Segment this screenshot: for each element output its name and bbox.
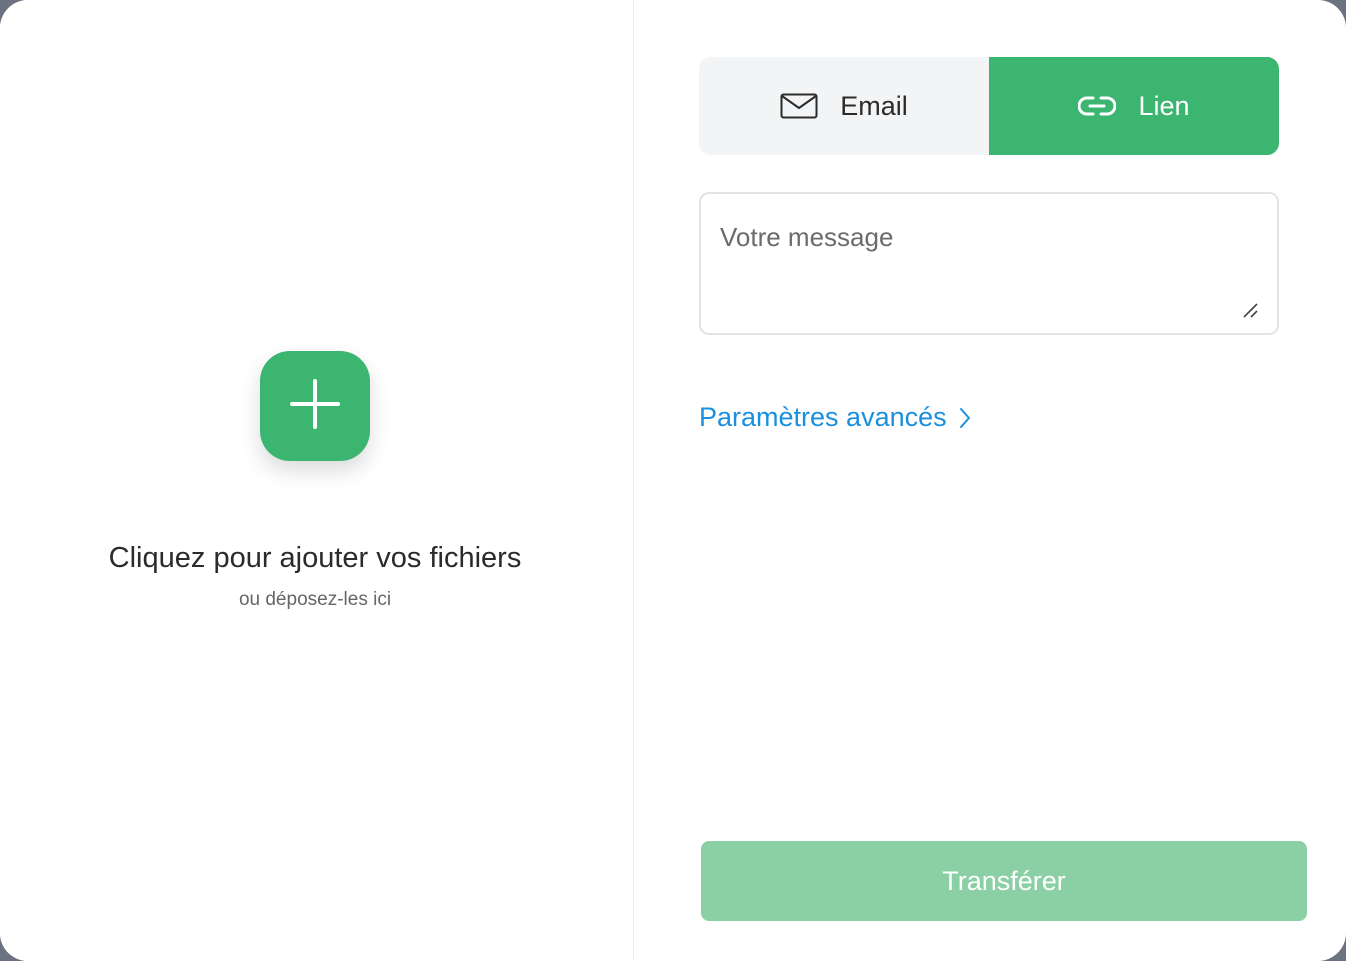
transfer-dialog: Cliquez pour ajouter vos fichiers ou dép… <box>0 0 1346 961</box>
tab-link[interactable]: Lien <box>989 57 1279 155</box>
envelope-icon <box>780 93 818 119</box>
tab-link-label: Lien <box>1138 90 1190 121</box>
message-input[interactable] <box>701 194 1277 333</box>
link-icon <box>1078 95 1117 117</box>
resize-handle-icon[interactable] <box>1241 301 1259 319</box>
upload-subtitle: ou déposez-les ici <box>238 589 392 610</box>
transfer-button[interactable]: Transférer <box>701 841 1307 921</box>
tab-email-label: Email <box>840 90 908 121</box>
advanced-settings-label: Paramètres avancés <box>699 402 947 432</box>
tab-email[interactable]: Email <box>699 57 989 155</box>
upload-dropzone[interactable]: Cliquez pour ajouter vos fichiers ou dép… <box>0 0 634 961</box>
add-files-button[interactable] <box>260 351 370 461</box>
send-mode-tabs: Email Lien <box>699 57 1279 155</box>
plus-icon <box>290 378 340 434</box>
advanced-settings-link[interactable]: Paramètres avancés <box>699 402 971 433</box>
transfer-button-label: Transférer <box>942 865 1066 896</box>
upload-title: Cliquez pour ajouter vos fichiers <box>108 542 522 574</box>
message-box <box>699 192 1279 335</box>
chevron-right-icon <box>959 407 971 429</box>
